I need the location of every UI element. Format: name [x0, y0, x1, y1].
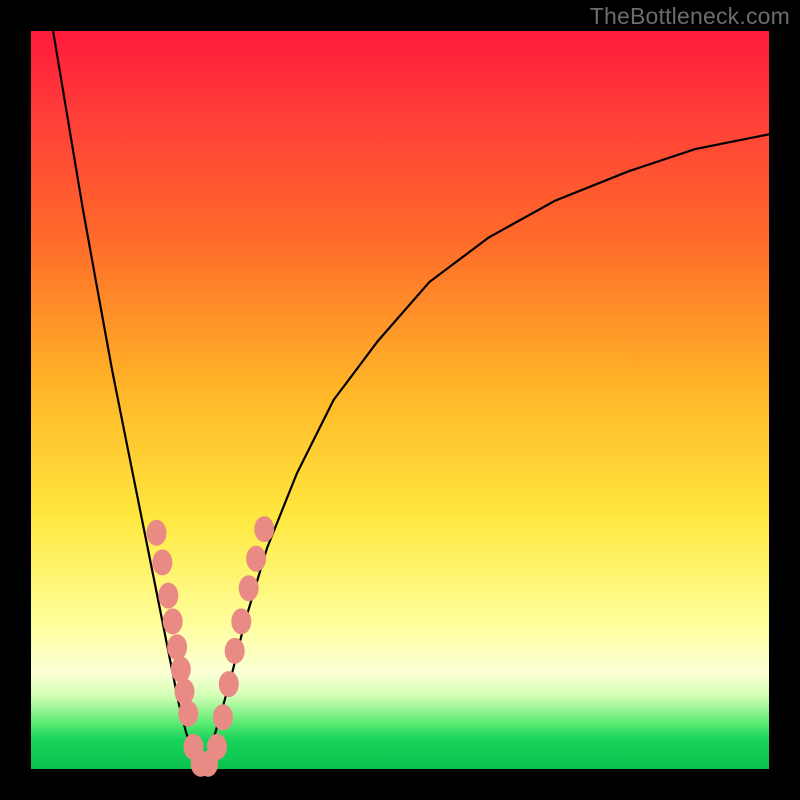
marker-group: [147, 516, 275, 777]
data-marker: [175, 679, 195, 705]
data-marker: [152, 549, 172, 575]
data-marker: [254, 516, 274, 542]
data-marker: [239, 575, 259, 601]
data-marker: [219, 671, 239, 697]
data-marker: [147, 520, 167, 546]
plot-area: [31, 31, 769, 769]
data-marker: [167, 634, 187, 660]
data-marker: [225, 638, 245, 664]
curves-svg: [31, 31, 769, 769]
data-marker: [213, 704, 233, 730]
chart-stage: TheBottleneck.com: [0, 0, 800, 800]
data-marker: [207, 734, 227, 760]
data-marker: [178, 701, 198, 727]
data-marker: [158, 583, 178, 609]
watermark-text: TheBottleneck.com: [590, 3, 790, 30]
data-marker: [231, 608, 251, 634]
data-marker: [171, 656, 191, 682]
data-marker: [246, 546, 266, 572]
data-marker: [163, 608, 183, 634]
right-curve: [201, 134, 769, 769]
